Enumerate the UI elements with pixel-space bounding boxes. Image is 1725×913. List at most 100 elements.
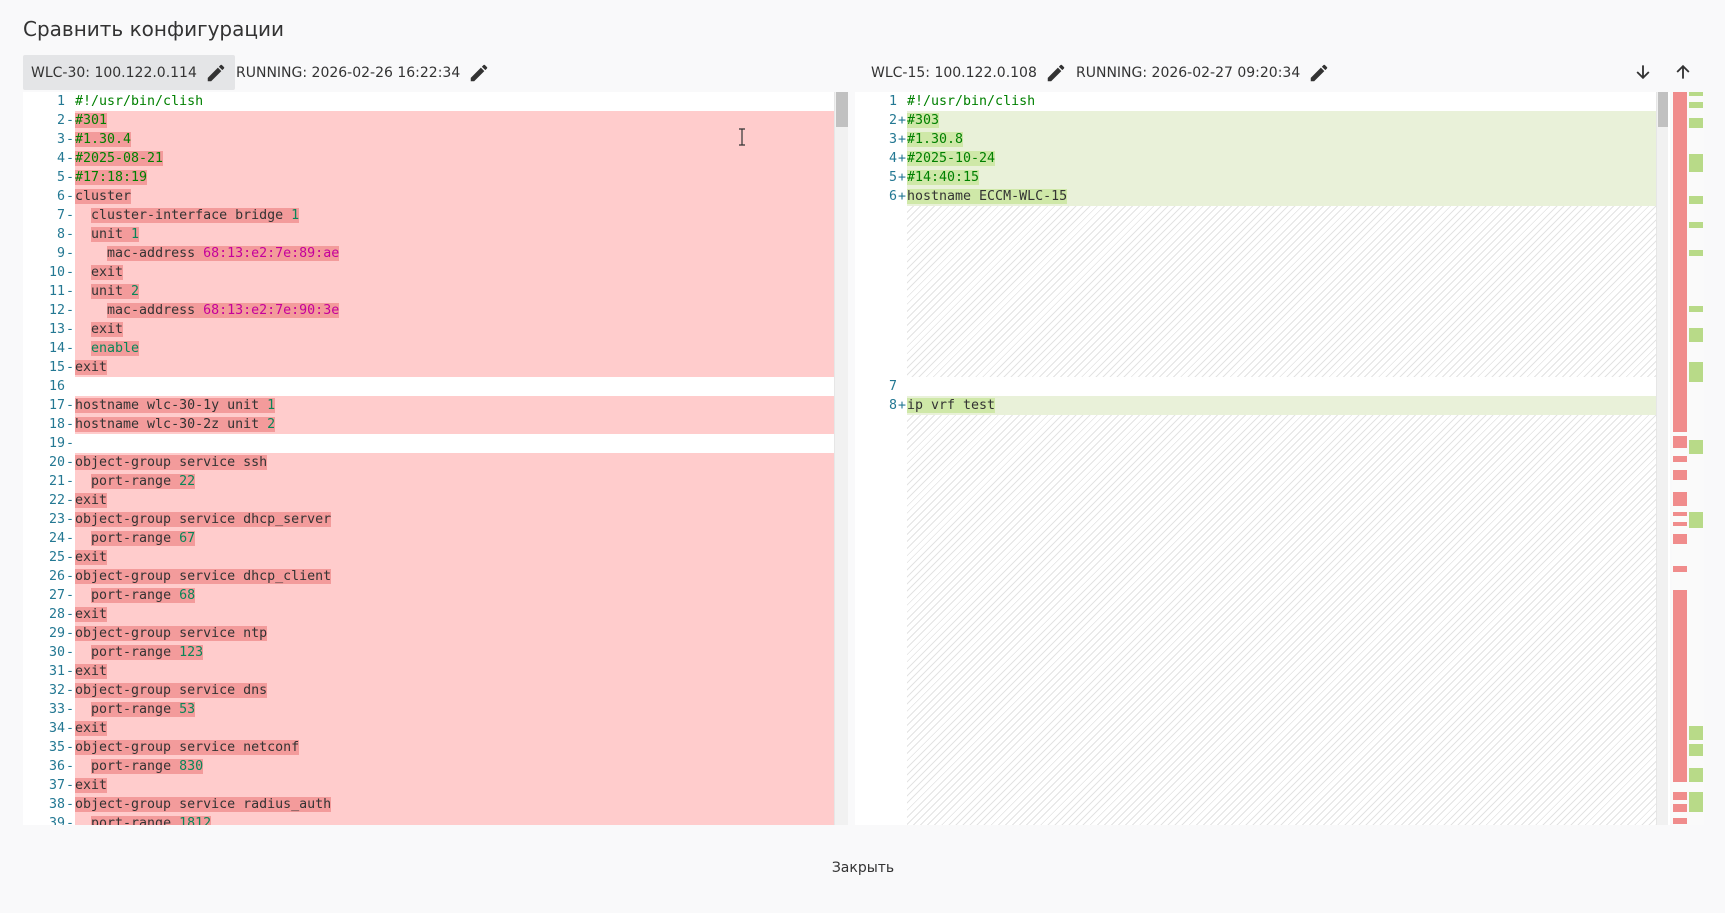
code-line: 4 + #2025-10-24 [855,149,1656,168]
pencil-icon[interactable] [1045,62,1067,84]
line-number: 15 [48,360,65,375]
line-number: 6 [888,189,897,204]
overview-deletion-mark [1673,522,1687,526]
next-change-button[interactable] [1630,59,1656,85]
overview-insertion-mark [1689,792,1703,812]
overview-insertion-mark [1689,768,1703,782]
line-number: 28 [48,607,65,622]
modified-editor[interactable]: 1 #!/usr/bin/clish 2 + #303 3 + #1.30.8 4 + #2025-… [855,92,1670,825]
overview-deletion-mark [1673,106,1687,182]
overview-deletion-mark [1673,818,1687,824]
code-line: 38- object-group service radius_auth [23,795,834,814]
pencil-icon[interactable] [205,62,227,84]
line-content: #1.30.8 [907,130,1656,149]
line-number: 34 [48,721,65,736]
line-number: 13 [48,322,65,337]
code-line: 34- exit [23,719,834,738]
line-content: mac-address 68:13:e2:7e:89:ae [75,244,834,263]
left-config-selector[interactable]: RUNNING: 2026-02-26 16:22:34 [228,55,498,90]
right-config-selector[interactable]: RUNNING: 2026-02-27 09:20:34 [1068,55,1338,90]
code-line: 7 [855,377,1656,396]
overview-deletion-mark [1673,182,1687,200]
line-content: unit 2 [75,282,834,301]
overview-insertion-mark [1689,222,1703,228]
line-content: object-group service dns [75,681,834,700]
line-number: 2 [888,113,897,128]
line-number: 12 [48,303,65,318]
line-number: 36 [48,759,65,774]
code-line: 26- object-group service dhcp_client [23,567,834,586]
line-number: 37 [48,778,65,793]
overview-deletion-mark [1673,422,1687,432]
line-content: object-group service netconf [75,738,834,757]
close-button[interactable]: Закрыть [815,856,911,880]
line-content: #303 [907,111,1656,130]
line-number: 4 [56,151,65,166]
left-scrollbar-thumb[interactable] [836,92,848,127]
line-content: port-range 68 [75,586,834,605]
line-number: 30 [48,645,65,660]
line-content: ip vrf test [907,396,1656,415]
line-number: 23 [48,512,65,527]
right-scrollbar-thumb[interactable] [1658,92,1668,127]
line-number: 7 [56,208,65,223]
code-line: 25- exit [23,548,834,567]
line-content: hostname wlc-30-1y unit 1 [75,396,834,415]
code-line: 2 + #303 [855,111,1656,130]
overview-deletion-mark [1673,804,1687,812]
line-number: 17 [48,398,65,413]
line-number: 24 [48,531,65,546]
diff-overview-ruler[interactable] [1672,92,1704,825]
line-content: object-group service dhcp_server [75,510,834,529]
overview-insertion-mark [1689,726,1703,740]
overview-insertion-mark [1689,440,1703,454]
line-number: 19 [48,436,65,451]
code-line: 8- unit 1 [23,225,834,244]
right-device-selector[interactable]: WLC-15: 100.122.0.108 [863,55,1075,90]
code-line: 15- exit [23,358,834,377]
line-number: 5 [56,170,65,185]
code-line: 3 + #1.30.8 [855,130,1656,149]
prev-change-button[interactable] [1670,59,1696,85]
code-line: 17- hostname wlc-30-1y unit 1 [23,396,834,415]
line-number: 4 [888,151,897,166]
pencil-icon[interactable] [468,62,490,84]
line-number: 9 [56,246,65,261]
pencil-icon[interactable] [1308,62,1330,84]
diff-filler [907,206,1656,377]
line-content: port-range 1812 [75,814,834,825]
line-content: exit [75,548,834,567]
left-scrollbar[interactable] [834,92,848,825]
line-number: 25 [48,550,65,565]
diff-marker: - [66,436,75,451]
left-running-label: RUNNING: 2026-02-26 16:22:34 [236,64,461,81]
original-editor[interactable]: 1 #!/usr/bin/clish 2- #301 3- #1.30.4 4- #2025-… [23,92,848,825]
line-number: 7 [888,379,897,394]
line-number: 16 [48,379,65,394]
overview-deletion-mark [1673,358,1687,392]
overview-deletion-mark [1673,456,1687,462]
line-number: 27 [48,588,65,603]
overview-deletion-mark [1673,792,1687,800]
overview-insertion-mark [1689,306,1703,312]
code-line: 39- port-range 1812 [23,814,834,825]
left-device-selector[interactable]: WLC-30: 100.122.0.114 [23,55,235,90]
overview-deletion-mark [1673,436,1687,448]
code-line: 33- port-range 53 [23,700,834,719]
line-content: object-group service ssh [75,453,834,472]
line-number: 10 [48,265,65,280]
diff-filler [907,415,1656,825]
code-line: 28- exit [23,605,834,624]
right-device-label: WLC-15: 100.122.0.108 [871,64,1037,81]
line-content: #!/usr/bin/clish [75,94,204,109]
code-line: 22- exit [23,491,834,510]
line-number: 29 [48,626,65,641]
line-content: hostname ECCM-WLC-15 [907,187,1656,206]
right-scrollbar[interactable] [1656,92,1668,825]
arrow-down-icon [1636,65,1650,80]
line-content: exit [75,605,834,624]
line-content: mac-address 68:13:e2:7e:90:3e [75,301,834,320]
line-content: port-range 123 [75,643,834,662]
line-content: exit [75,491,834,510]
code-line: 8 + ip vrf test [855,396,1656,415]
